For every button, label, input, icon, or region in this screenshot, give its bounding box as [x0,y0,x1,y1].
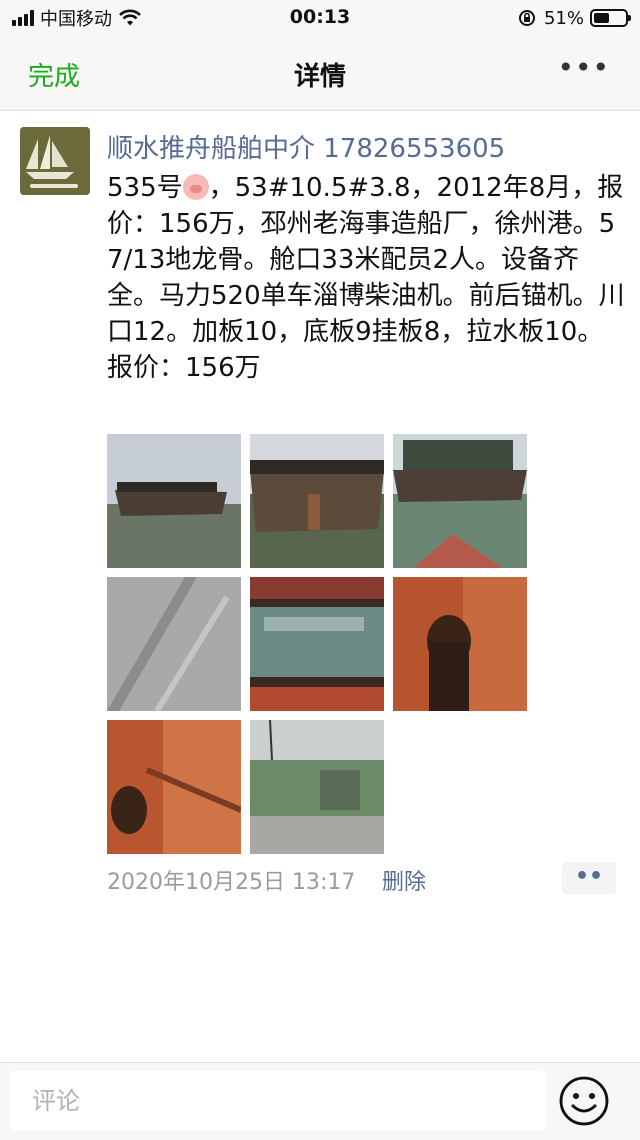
status-bar: 中国移动 00:13 51% [0,0,640,36]
post-text-body: ，53#10.5#3.8，2012年8月，报价：156万，邳州老海事造船厂，徐州… [107,173,625,383]
comment-bar: 评论 [0,1062,640,1140]
photo-thumbnail[interactable] [107,577,241,711]
photo-thumbnail[interactable] [107,720,241,854]
comment-input[interactable]: 评论 [10,1071,545,1131]
delete-button[interactable]: 删除 [382,864,426,896]
comment-like-menu-button[interactable]: •• [562,862,616,894]
post-author[interactable]: 顺水推舟船舶中介 17826553605 [107,128,505,165]
photo-thumbnail[interactable] [250,434,384,568]
post-text-prefix: 535号 [107,173,183,203]
sailboat-logo-icon [20,127,90,195]
avatar[interactable] [20,127,90,195]
photo-thumbnail[interactable] [393,577,527,711]
navigation-bar: 完成 详情 ••• [0,36,640,111]
photo-thumbnail[interactable] [393,434,527,568]
pig-face-emoji-icon [182,174,209,200]
photo-thumbnail[interactable] [107,434,241,568]
battery-icon [590,9,631,27]
rotation-lock-icon [518,10,535,26]
more-options-button[interactable]: ••• [557,54,610,82]
battery-percent: 51% [543,7,584,29]
post-text: 535号 ，53#10.5#3.8，2012年8月，报价：156万，邳州老海事造船… [107,170,627,386]
photo-thumbnail[interactable] [250,720,384,854]
smiley-icon[interactable] [558,1075,610,1127]
photo-thumbnail[interactable] [250,577,384,711]
page-title: 详情 [293,62,346,92]
post-timestamp: 2020年10月25日 13:17 [107,870,356,895]
